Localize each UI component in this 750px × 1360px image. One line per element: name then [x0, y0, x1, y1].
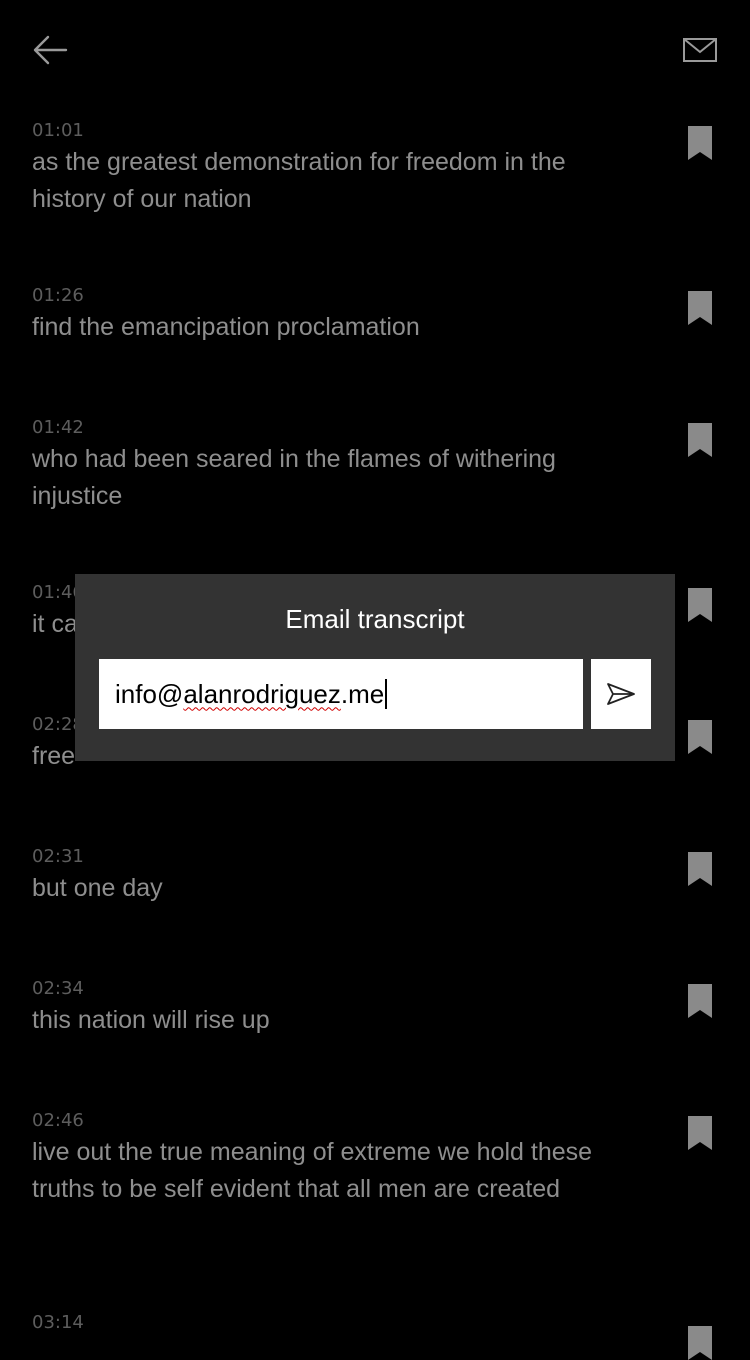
- timestamp: 01:01: [32, 120, 84, 141]
- timestamp: 01:42: [32, 417, 84, 438]
- timestamp: 02:34: [32, 978, 84, 999]
- top-bar: [0, 0, 750, 100]
- bookmark-icon[interactable]: [688, 720, 712, 754]
- bookmark-icon[interactable]: [688, 291, 712, 325]
- bookmark-icon[interactable]: [688, 126, 712, 160]
- timestamp: 01:26: [32, 285, 84, 306]
- text-caret: [385, 679, 388, 709]
- email-prefix: info@: [115, 678, 184, 709]
- mail-icon: [683, 38, 717, 62]
- send-icon: [607, 683, 635, 705]
- send-button[interactable]: [591, 659, 651, 729]
- email-input[interactable]: info@ alanrodriguez .me: [99, 659, 583, 729]
- bookmark-icon[interactable]: [688, 423, 712, 457]
- bookmark-icon[interactable]: [688, 984, 712, 1018]
- back-button[interactable]: [28, 30, 72, 70]
- bookmark-icon[interactable]: [688, 1116, 712, 1150]
- transcript-text: but one day: [32, 874, 163, 902]
- email-suffix: .me: [340, 678, 385, 709]
- dialog-title: Email transcript: [285, 604, 465, 634]
- transcript-text: as the greatest demonstration for freedo…: [32, 148, 566, 213]
- bookmark-icon[interactable]: [688, 852, 712, 886]
- email-transcript-dialog: Email transcript info@ alanrodriguez .me: [75, 574, 675, 761]
- timestamp: 03:14: [32, 1312, 84, 1333]
- bookmark-icon[interactable]: [688, 1326, 712, 1360]
- transcript-text: this nation will rise up: [32, 1006, 270, 1034]
- transcript-text: live out the true meaning of extreme we …: [32, 1138, 593, 1203]
- email-misspelled-part: alanrodriguez: [183, 678, 341, 709]
- email-transcript-button[interactable]: [678, 34, 722, 66]
- timestamp: 02:46: [32, 1110, 84, 1131]
- back-arrow-icon: [33, 35, 68, 65]
- bookmark-icon[interactable]: [688, 588, 712, 622]
- timestamp: 02:31: [32, 846, 84, 867]
- transcript-text: who had been seared in the flames of wit…: [32, 445, 556, 510]
- transcript-text: find the emancipation proclamation: [32, 313, 420, 341]
